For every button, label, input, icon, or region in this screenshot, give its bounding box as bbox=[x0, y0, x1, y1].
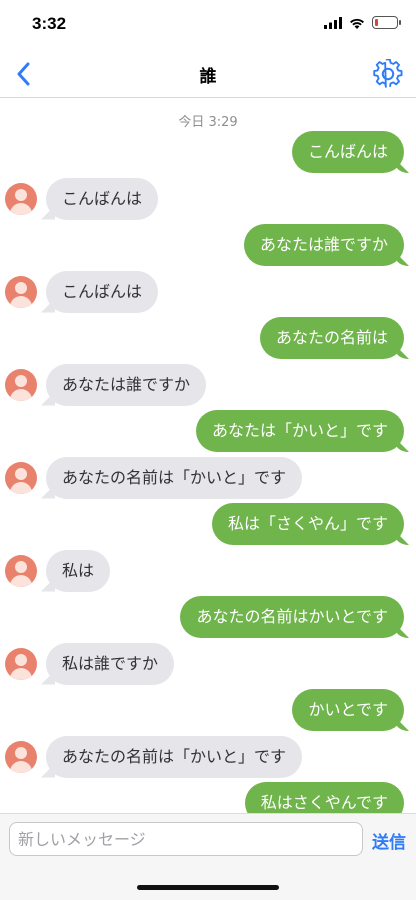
avatar-person-icon[interactable] bbox=[5, 275, 37, 308]
message-row: 私はさくやんです bbox=[0, 782, 416, 813]
send-button[interactable]: 送信 bbox=[372, 828, 406, 853]
signal-icon bbox=[324, 16, 342, 29]
avatar-person-icon[interactable] bbox=[5, 554, 37, 587]
chat-title: 誰 bbox=[199, 67, 217, 87]
message-row: あなたは誰ですか bbox=[0, 363, 416, 408]
avatar-person-icon[interactable] bbox=[5, 740, 37, 773]
message-row: 私は「さくやん」です bbox=[0, 503, 416, 547]
message-row: あなたは「かいと」です bbox=[0, 410, 416, 454]
message-row: こんばんは bbox=[0, 270, 416, 315]
message-list[interactable]: 今日 3:29 こんばんは こんばんは あなたは誰ですか こんばんは あなたの名前は あな… bbox=[0, 99, 416, 813]
avatar-person-icon[interactable] bbox=[5, 461, 37, 494]
message-row: 私は bbox=[0, 549, 416, 594]
incoming-message-bubble[interactable]: あなたの名前は「かいと」です bbox=[46, 456, 303, 499]
battery-level bbox=[375, 19, 378, 26]
nav-bar: 誰 bbox=[0, 50, 416, 98]
message-row: あなたの名前はかいとです bbox=[0, 596, 416, 640]
message-row: あなたは誰ですか bbox=[0, 224, 416, 268]
outgoing-message-bubble[interactable]: あなたの名前はかいとです bbox=[180, 596, 404, 638]
message-row: こんばんは bbox=[0, 177, 416, 222]
incoming-message-bubble[interactable]: あなたは誰ですか bbox=[46, 363, 207, 406]
avatar-person-icon[interactable] bbox=[5, 368, 37, 401]
message-input[interactable] bbox=[9, 822, 363, 856]
incoming-message-bubble[interactable]: 私は誰ですか bbox=[46, 642, 175, 685]
gear-icon bbox=[373, 59, 403, 88]
compose-bar: 送信 bbox=[0, 813, 416, 900]
incoming-message-bubble[interactable]: こんばんは bbox=[46, 270, 159, 313]
outgoing-message-bubble[interactable]: あなたは「かいと」です bbox=[195, 410, 404, 452]
incoming-message-bubble[interactable]: 私は bbox=[46, 549, 111, 592]
outgoing-message-bubble[interactable]: あなたの名前は bbox=[259, 317, 404, 359]
outgoing-message-bubble[interactable]: 私は「さくやん」です bbox=[211, 503, 404, 545]
incoming-message-bubble[interactable]: あなたの名前は「かいと」です bbox=[46, 735, 303, 778]
battery-icon bbox=[372, 16, 401, 29]
message-row: 私は誰ですか bbox=[0, 642, 416, 687]
wifi-icon bbox=[350, 18, 364, 29]
message-row: あなたの名前は「かいと」です bbox=[0, 456, 416, 501]
message-row: こんばんは bbox=[0, 131, 416, 175]
message-row: あなたの名前は bbox=[0, 317, 416, 361]
avatar-person-icon[interactable] bbox=[5, 182, 37, 215]
settings-button[interactable] bbox=[368, 54, 408, 94]
message-row: あなたの名前は「かいと」です bbox=[0, 735, 416, 780]
outgoing-message-bubble[interactable]: 私はさくやんです bbox=[244, 782, 404, 813]
home-indicator bbox=[137, 885, 279, 890]
date-separator: 今日 3:29 bbox=[178, 115, 238, 130]
message-row: かいとです bbox=[0, 689, 416, 733]
outgoing-message-bubble[interactable]: かいとです bbox=[292, 689, 404, 731]
incoming-message-bubble[interactable]: こんばんは bbox=[46, 177, 159, 220]
avatar-person-icon[interactable] bbox=[5, 647, 37, 680]
status-bar: 3:32 bbox=[0, 0, 416, 50]
status-icons bbox=[324, 16, 401, 29]
outgoing-message-bubble[interactable]: あなたは誰ですか bbox=[243, 224, 404, 266]
status-time: 3:32 bbox=[32, 14, 67, 33]
outgoing-message-bubble[interactable]: こんばんは bbox=[291, 131, 404, 173]
